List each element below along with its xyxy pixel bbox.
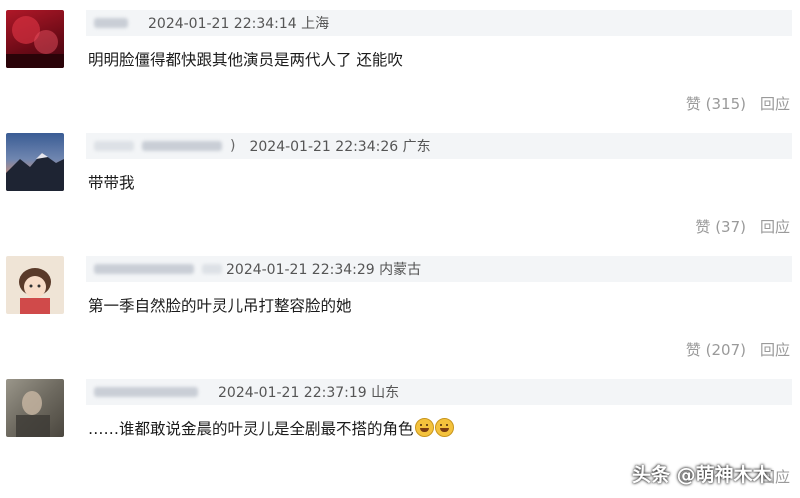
comment-actions: 赞 (315) 回应 <box>686 93 790 114</box>
like-button[interactable]: 赞 (37) <box>695 216 746 237</box>
avatar[interactable] <box>6 133 64 191</box>
username-blurred[interactable] <box>94 141 134 151</box>
comment-location: 山东 <box>371 385 400 401</box>
like-button[interactable]: 赞 (315) <box>686 93 746 114</box>
comment-actions: 赞 (207) 回应 <box>686 339 790 360</box>
comment-item: ) 2024-01-21 22:34:26 广东 带带我 赞 (37) 回应 <box>0 123 800 246</box>
reply-button[interactable]: 回应 <box>760 339 790 360</box>
username-blurred[interactable] <box>94 18 128 28</box>
comment-timestamp: 2024-01-21 22:37:19 <box>218 385 367 401</box>
like-count: (207) <box>705 341 746 359</box>
comment-item: 2024-01-21 22:34:14 上海 明明脸僵得都快跟其他演员是两代人了… <box>0 0 800 123</box>
reply-button[interactable]: 回应 <box>760 216 790 237</box>
grinning-sweat-emoji-icon <box>414 418 434 437</box>
avatar-image <box>16 391 50 437</box>
comment-timestamp: 2024-01-21 22:34:14 <box>148 16 297 32</box>
avatar-image <box>19 268 51 314</box>
grinning-sweat-emoji-icon <box>434 418 454 437</box>
comment-text: 带带我 <box>88 174 135 192</box>
like-button[interactable]: 赞 (207) <box>686 339 746 360</box>
comment-text: ……谁都敢说金晨的叶灵儿是全剧最不搭的角色 <box>88 417 454 439</box>
watermark: 头条 @萌神木木 <box>632 464 772 486</box>
comment-location: 内蒙古 <box>379 262 422 278</box>
avatar[interactable] <box>6 10 64 68</box>
comment-item: 2024-01-21 22:34:29 内蒙古 第一季自然脸的叶灵儿吊打整容脸的… <box>0 246 800 369</box>
comment-meta: 2024-01-21 22:34:29 内蒙古 <box>86 256 792 282</box>
username-blurred[interactable] <box>94 387 198 397</box>
comment-text-content: ……谁都敢说金晨的叶灵儿是全剧最不搭的角色 <box>88 420 414 438</box>
avatar[interactable] <box>6 379 64 437</box>
avatar[interactable] <box>6 256 64 314</box>
comment-location: 广东 <box>402 139 431 155</box>
like-label: 赞 <box>695 218 711 236</box>
like-count: (315) <box>705 95 746 113</box>
like-label: 赞 <box>685 341 701 359</box>
comment-meta: 2024-01-21 22:37:19 山东 <box>86 379 792 405</box>
username-blurred[interactable] <box>94 264 194 274</box>
avatar-image <box>6 16 64 68</box>
comment-text: 第一季自然脸的叶灵儿吊打整容脸的她 <box>88 297 352 315</box>
comment-timestamp: 2024-01-21 22:34:29 <box>226 262 375 278</box>
username-blurred[interactable] <box>202 264 222 274</box>
username-blurred[interactable] <box>142 141 222 151</box>
comment-location: 上海 <box>301 16 330 32</box>
reply-button[interactable]: 回应 <box>760 93 790 114</box>
like-label: 赞 <box>685 95 701 113</box>
avatar-image <box>6 153 64 191</box>
comment-actions: 赞 (37) 回应 <box>695 216 790 237</box>
comment-text: 明明脸僵得都快跟其他演员是两代人了 还能吹 <box>88 51 403 69</box>
like-count: (37) <box>715 218 746 236</box>
comment-meta: 2024-01-21 22:34:14 上海 <box>86 10 792 36</box>
comment-meta: ) 2024-01-21 22:34:26 广东 <box>86 133 792 159</box>
comment-timestamp: 2024-01-21 22:34:26 <box>249 139 399 155</box>
